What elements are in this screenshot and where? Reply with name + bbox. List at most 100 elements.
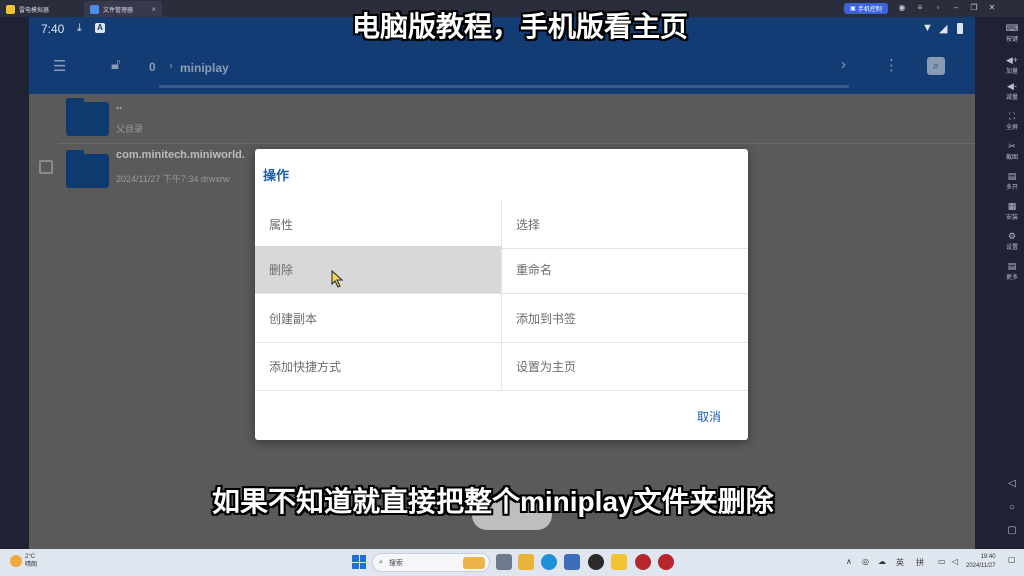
- option-rename[interactable]: 重命名: [502, 246, 748, 294]
- lock-icon[interactable]: 🔓︎: [111, 56, 121, 73]
- emulator-logo-icon: [6, 4, 15, 14]
- ldplayer-icon[interactable]: [611, 554, 627, 570]
- toolbar-multi-button[interactable]: ▤ 多开: [1002, 170, 1022, 196]
- option-duplicate[interactable]: 创建副本: [255, 295, 501, 343]
- tray-expand-icon[interactable]: ∧: [846, 557, 852, 566]
- toolbar-volume-up-button[interactable]: ◀+ 加量: [1002, 54, 1022, 80]
- file-explorer-icon[interactable]: [518, 554, 534, 570]
- toolbar-screenshot-button[interactable]: ✂ 截图: [1002, 140, 1022, 166]
- cancel-button[interactable]: 取消: [697, 408, 721, 425]
- chevron-right-icon: ›: [169, 60, 173, 72]
- close-tab-icon[interactable]: ×: [151, 5, 156, 14]
- store-icon[interactable]: [564, 554, 580, 570]
- toolbar-label: 全屏: [1005, 125, 1018, 131]
- option-properties[interactable]: 属性: [255, 201, 501, 249]
- menu-icon[interactable]: ≡: [914, 2, 926, 14]
- task-view-icon[interactable]: [496, 554, 512, 570]
- tab-label: 雷电模拟器: [19, 7, 50, 14]
- more-icon: ▤: [1007, 261, 1017, 271]
- tray-app-icon[interactable]: ◎: [862, 557, 869, 566]
- phone-control-button[interactable]: ▣ 手机控制: [844, 3, 888, 14]
- account-icon[interactable]: ◉: [896, 2, 908, 14]
- tab-file-manager[interactable]: 文件管理器 ×: [84, 1, 162, 17]
- weather-desc: 晴朗: [25, 562, 38, 568]
- toolbar-install-button[interactable]: ▦ 安装: [1002, 200, 1022, 226]
- list-item-parent[interactable]: .. 父目录: [29, 94, 975, 142]
- status-clock: 7:40: [41, 22, 65, 36]
- option-label: 添加到书签: [516, 312, 577, 326]
- speaker-icon[interactable]: ◁: [952, 557, 958, 566]
- toolbar-fullscreen-button[interactable]: ⛶ 全屏: [1002, 110, 1022, 136]
- dialog-title: 操作: [263, 168, 290, 183]
- app-notification-icon: A: [95, 23, 105, 33]
- toolbar-label: 设置: [1005, 245, 1018, 251]
- weather-widget[interactable]: 2°C 晴朗: [10, 553, 37, 569]
- file-meta: 2024/11/27 下午7:34 drwxrw: [116, 174, 230, 184]
- option-set-home[interactable]: 设置为主页: [502, 343, 748, 391]
- windows-taskbar: 2°C 晴朗 ⌕ 搜索 ∧ ◎ ☁ 英 拼 ▭ ◁ 19:40 2024/11/…: [0, 549, 1024, 576]
- recorder-2-icon[interactable]: [658, 554, 674, 570]
- option-label: 重命名: [516, 263, 553, 277]
- breadcrumb-path[interactable]: miniplay: [180, 61, 229, 75]
- operations-dialog: 操作 属性 选择 删除 重命名 创建副本 添加到书签 添加快捷方式 设置为主页 …: [255, 149, 748, 440]
- option-label: 创建副本: [269, 312, 318, 326]
- option-label: 设置为主页: [516, 360, 577, 374]
- option-label: 添加快捷方式: [269, 360, 342, 374]
- file-name: ..: [116, 100, 123, 112]
- tab-label: 文件管理器: [103, 7, 134, 14]
- option-delete[interactable]: 删除: [255, 246, 501, 294]
- toolbar-label: 加量: [1005, 69, 1018, 75]
- option-add-shortcut[interactable]: 添加快捷方式: [255, 343, 501, 391]
- edge-browser-icon[interactable]: [541, 554, 557, 570]
- gear-icon: ⚙: [1007, 231, 1017, 241]
- toolbar-keyboard-button[interactable]: ⌨ 按键: [1002, 22, 1022, 48]
- notification-icon[interactable]: ▢: [1008, 555, 1016, 564]
- multi-instance-icon: ▤: [1007, 171, 1017, 181]
- tray-time-text: 19:40: [980, 554, 996, 560]
- overflow-menu-icon[interactable]: ⋮: [884, 56, 899, 74]
- search-icon[interactable]: ⌕: [927, 57, 945, 75]
- scissors-icon: ✂: [1008, 141, 1016, 151]
- recorder-icon[interactable]: [635, 554, 651, 570]
- windows-start-icon[interactable]: [352, 555, 366, 569]
- file-meta: 父目录: [116, 124, 144, 134]
- path-count: 0: [149, 60, 156, 74]
- keyboard-icon: ⌨: [1005, 23, 1019, 33]
- toolbar-volume-down-button[interactable]: ◀- 减量: [1002, 80, 1022, 106]
- caption-bottom: 如果不知道就直接把整个miniplay文件夹删除: [212, 486, 774, 517]
- search-label: 搜索: [388, 559, 403, 567]
- column-divider: [501, 201, 502, 391]
- option-add-bookmark[interactable]: 添加到书签: [502, 295, 748, 343]
- tray-clock[interactable]: 19:40 2024/11/27: [966, 553, 996, 571]
- toolbar-more-button[interactable]: ▤ 更多: [1002, 260, 1022, 286]
- qq-icon[interactable]: [588, 554, 604, 570]
- volume-down-icon: ◀-: [1007, 81, 1017, 91]
- option-label: 属性: [269, 218, 294, 232]
- option-label: 删除: [269, 263, 294, 277]
- maximize-icon[interactable]: ❐: [968, 2, 980, 14]
- ime-mode[interactable]: 拼: [916, 557, 924, 568]
- option-select[interactable]: 选择: [502, 201, 748, 249]
- nav-recents-icon[interactable]: ▢: [1004, 523, 1020, 539]
- taskbar-search[interactable]: ⌕ 搜索: [372, 553, 490, 572]
- minimize-icon[interactable]: –: [950, 2, 962, 14]
- chevron-forward-icon[interactable]: ›: [841, 56, 846, 73]
- ime-lang[interactable]: 英: [896, 557, 904, 568]
- weather-temp: 2°C: [25, 554, 36, 560]
- folder-icon: [66, 150, 109, 188]
- nav-home-icon[interactable]: ○: [1004, 500, 1020, 516]
- tab-emulator-home[interactable]: 雷电模拟器: [0, 1, 80, 17]
- close-window-icon[interactable]: ✕: [986, 2, 998, 14]
- phone-icon: ▣: [850, 6, 856, 12]
- display-icon[interactable]: ▭: [938, 557, 946, 566]
- onedrive-icon[interactable]: ☁: [878, 557, 886, 566]
- toolbar-label: 安装: [1005, 215, 1018, 221]
- hamburger-menu-icon[interactable]: ☰: [53, 57, 66, 75]
- minimize-mini-icon[interactable]: ▫: [932, 2, 944, 14]
- file-manager-icon: [90, 4, 99, 14]
- search-highlight-icon: [463, 556, 485, 569]
- install-icon: ▦: [1007, 201, 1017, 211]
- tray-date-text: 2024/11/27: [966, 563, 996, 569]
- toolbar-settings-button[interactable]: ⚙ 设置: [1002, 230, 1022, 256]
- nav-back-icon[interactable]: ◁: [1004, 476, 1020, 492]
